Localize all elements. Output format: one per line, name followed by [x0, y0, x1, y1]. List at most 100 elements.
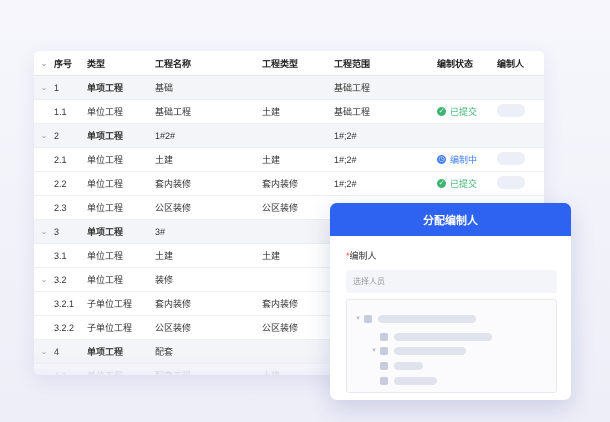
table-row[interactable]: ⌄ 1 单项工程 基础 基础工程: [34, 76, 544, 100]
expand-chevron-icon[interactable]: ⌄: [34, 227, 54, 236]
tree-node-org-1[interactable]: [380, 332, 492, 341]
row-type: 单项工程: [87, 83, 124, 93]
header-editor: 编制人: [497, 58, 525, 69]
row-editor[interactable]: [497, 104, 537, 119]
expand-chevron-icon[interactable]: ⌄: [34, 131, 54, 140]
row-no: 3.2: [54, 274, 67, 285]
row-type: 子单位工程: [87, 299, 133, 309]
caret-down-icon[interactable]: ▼: [355, 316, 364, 322]
row-status: ✓ 已提交: [437, 105, 497, 118]
status-text: 编制中: [450, 155, 478, 165]
row-name: 土建: [155, 251, 174, 261]
person-tree[interactable]: ▼ ▼: [346, 299, 557, 393]
row-name: 土建: [155, 155, 174, 165]
table-row[interactable]: ⌄ 2 单项工程 1#2# 1#;2#: [34, 124, 544, 148]
row-type: 单位工程: [87, 275, 124, 285]
row-project-range: 1#;2#: [334, 154, 357, 165]
row-project-type: 公区装修: [262, 323, 299, 333]
row-name: 1#2#: [155, 130, 176, 141]
row-name: 套内装修: [155, 179, 192, 189]
expand-chevron-icon[interactable]: ⌄: [34, 83, 54, 92]
row-no: 1.1: [54, 106, 67, 117]
tree-node-root[interactable]: ▼: [355, 314, 476, 323]
row-project-range: 1#;2#: [334, 178, 357, 189]
row-editor[interactable]: [497, 152, 537, 167]
tree-placeholder-bar: [394, 361, 423, 370]
caret-down-icon[interactable]: ▼: [371, 348, 380, 354]
tree-placeholder-bar: [394, 376, 437, 385]
user-icon: [380, 361, 388, 370]
editor-avatar-pill[interactable]: [497, 152, 525, 165]
tree-placeholder-bar: [394, 332, 492, 341]
dialog-title: 分配编制人: [330, 203, 571, 236]
editor-field-label: *编制人: [346, 249, 557, 262]
row-type: 单位工程: [87, 179, 124, 189]
row-type: 单项工程: [87, 131, 124, 141]
row-no: 2.1: [54, 154, 67, 165]
row-project-type: 套内装修: [262, 299, 299, 309]
row-project-range: 基础工程: [334, 83, 371, 93]
row-project-type: 公区装修: [262, 203, 299, 213]
row-name: 装修: [155, 275, 174, 285]
row-no: 2.3: [54, 202, 67, 213]
row-no: 2: [54, 130, 60, 141]
row-editor[interactable]: [497, 176, 537, 191]
row-type: 单位工程: [87, 155, 124, 165]
row-name: 公区装修: [155, 323, 192, 333]
row-name: 基础工程: [155, 107, 192, 117]
tree-node-org-2[interactable]: ▼: [371, 346, 466, 355]
org-icon: [380, 346, 388, 355]
row-project-type: 土建: [262, 107, 281, 117]
row-project-range: 1#;2#: [334, 130, 357, 141]
row-type: 单位工程: [87, 251, 124, 261]
row-type: 单位工程: [87, 203, 124, 213]
tree-placeholder-bar: [394, 346, 466, 355]
row-no: 3.1: [54, 250, 67, 261]
row-name: 套内装修: [155, 299, 192, 309]
row-no: 2.2: [54, 178, 67, 189]
row-status: ◷ 编制中: [437, 153, 497, 166]
table-row[interactable]: 2.2 单位工程 套内装修 套内装修 1#;2# ✓ 已提交: [34, 172, 544, 196]
header-project-type: 工程类型: [262, 58, 299, 69]
table-row[interactable]: 2.1 单位工程 土建 土建 1#;2# ◷ 编制中: [34, 148, 544, 172]
row-project-type: 土建: [262, 251, 281, 261]
row-name: 公区装修: [155, 203, 192, 213]
tree-placeholder-bar: [378, 314, 476, 323]
row-project-type: 土建: [262, 155, 281, 165]
row-no: 3.2.1: [54, 298, 75, 309]
assign-editor-dialog: 分配编制人 *编制人 选择人员 ▼ ▼: [330, 203, 571, 400]
editor-avatar-pill[interactable]: [497, 176, 525, 189]
tree-node-person-1[interactable]: [380, 361, 423, 370]
row-no: 3.2.2: [54, 322, 75, 333]
row-type: 单位工程: [87, 107, 124, 117]
header-no: 序号: [54, 58, 73, 69]
select-person-input[interactable]: 选择人员: [346, 270, 557, 293]
clock-icon: ◷: [437, 155, 446, 164]
tree-node-person-2[interactable]: [380, 376, 437, 385]
table-row[interactable]: 1.1 单位工程 基础工程 土建 基础工程 ✓ 已提交: [34, 100, 544, 124]
org-icon: [380, 332, 388, 341]
user-icon: [380, 376, 388, 385]
header-project-range: 工程范围: [334, 58, 371, 69]
row-no: 1: [54, 82, 60, 93]
row-type: 单项工程: [87, 227, 124, 237]
table-header: ⌄ 序号 类型 工程名称 工程类型 工程范围 编制状态 编制人: [34, 51, 544, 76]
status-text: 已提交: [450, 107, 478, 117]
row-status: ✓ 已提交: [437, 177, 497, 190]
header-type: 类型: [87, 58, 106, 69]
dialog-body: *编制人 选择人员 ▼ ▼: [330, 236, 571, 393]
header-chevron-icon[interactable]: ⌄: [34, 59, 54, 68]
status-text: 已提交: [450, 179, 478, 189]
row-no: 3: [54, 226, 60, 237]
row-name: 3#: [155, 226, 166, 237]
row-type: 子单位工程: [87, 323, 133, 333]
editor-label-text: 编制人: [349, 251, 377, 261]
row-project-range: 基础工程: [334, 107, 371, 117]
row-project-type: 套内装修: [262, 179, 299, 189]
header-status: 编制状态: [437, 58, 474, 69]
building-icon: [364, 314, 372, 323]
expand-chevron-icon[interactable]: ⌄: [34, 275, 54, 284]
check-circle-icon: ✓: [437, 179, 446, 188]
row-name: 基础: [155, 83, 174, 93]
editor-avatar-pill[interactable]: [497, 104, 525, 117]
